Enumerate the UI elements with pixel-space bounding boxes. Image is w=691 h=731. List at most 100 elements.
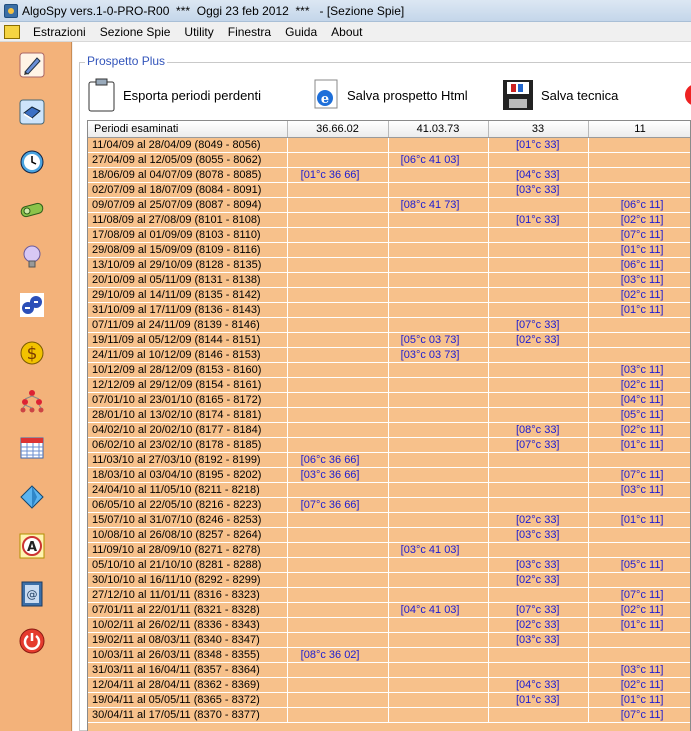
stop-button[interactable] bbox=[683, 78, 691, 112]
table-row[interactable]: 05/10/10 al 21/10/10 (8281 - 8288) [03°c … bbox=[88, 557, 690, 573]
value-cell bbox=[388, 467, 489, 483]
table-row[interactable]: 11/08/09 al 27/08/09 (8101 - 8108) [01°c … bbox=[88, 212, 690, 228]
period-cell: 07/01/10 al 23/01/10 (8165 - 8172) bbox=[88, 392, 288, 408]
table-row[interactable]: 10/08/10 al 26/08/10 (8257 - 8264) [03°c … bbox=[88, 527, 690, 543]
menu-guida[interactable]: Guida bbox=[278, 25, 324, 39]
pencil-icon[interactable] bbox=[19, 52, 45, 78]
value-cell bbox=[287, 347, 389, 363]
period-cell: 31/10/09 al 17/11/09 (8136 - 8143) bbox=[88, 302, 288, 318]
menu-finestra[interactable]: Finestra bbox=[221, 25, 278, 39]
table-row[interactable]: 31/10/09 al 17/11/09 (8136 - 8143) [01°c … bbox=[88, 302, 690, 318]
column-header-33[interactable]: 33 bbox=[488, 121, 589, 138]
value-cell: [01°c 11] bbox=[588, 692, 690, 708]
value-cell: [03°c 03 73] bbox=[388, 347, 489, 363]
app-icon[interactable] bbox=[4, 3, 18, 18]
power-icon[interactable] bbox=[19, 628, 45, 654]
table-row[interactable]: 07/01/11 al 22/01/11 (8321 - 8328) [04°c … bbox=[88, 602, 690, 618]
column-header-11[interactable]: 11 bbox=[588, 121, 690, 138]
table-row[interactable]: 11/04/09 al 28/04/09 (8049 - 8056) [01°c … bbox=[88, 137, 690, 153]
table-row[interactable]: 15/07/10 al 31/07/10 (8246 - 8253) [02°c … bbox=[88, 512, 690, 528]
table-row[interactable]: 06/02/10 al 23/02/10 (8178 - 8185) [07°c … bbox=[88, 437, 690, 453]
table-row[interactable]: 10/02/11 al 26/02/11 (8336 - 8343) [02°c … bbox=[88, 617, 690, 633]
lottery-balls-icon[interactable] bbox=[19, 292, 45, 318]
lightbulb-icon[interactable] bbox=[19, 244, 45, 270]
period-cell: 29/08/09 al 15/09/09 (8109 - 8116) bbox=[88, 242, 288, 258]
value-cell: [03°c 33] bbox=[488, 182, 589, 198]
value-cell bbox=[287, 392, 389, 408]
document-menu-icon[interactable] bbox=[4, 24, 20, 39]
menu-estrazioni[interactable]: Estrazioni bbox=[26, 25, 93, 39]
save-html-button[interactable]: e Salva prospetto Html bbox=[311, 78, 468, 112]
table-row[interactable]: 31/03/11 al 16/04/11 (8357 - 8364) [03°c … bbox=[88, 662, 690, 678]
table-row[interactable]: 11/09/10 al 28/09/10 (8271 - 8278) [03°c … bbox=[88, 542, 690, 558]
table-row[interactable]: 30/04/11 al 17/05/11 (8370 - 8377) [07°c … bbox=[88, 707, 690, 723]
value-cell bbox=[388, 377, 489, 393]
value-cell bbox=[388, 257, 489, 273]
table-row[interactable]: 10/03/11 al 26/03/11 (8348 - 8355) [08°c … bbox=[88, 647, 690, 663]
menu-about[interactable]: About bbox=[324, 25, 369, 39]
column-header-periods[interactable]: Periodi esaminati bbox=[88, 121, 288, 138]
table-row[interactable]: 27/04/09 al 12/05/09 (8055 - 8062) [06°c … bbox=[88, 152, 690, 168]
value-cell bbox=[388, 212, 489, 228]
book-icon[interactable] bbox=[19, 99, 45, 125]
period-cell: 10/12/09 al 28/12/09 (8153 - 8160) bbox=[88, 362, 288, 378]
value-cell: [04°c 11] bbox=[588, 392, 690, 408]
table-row[interactable]: 19/04/11 al 05/05/11 (8365 - 8372) [01°c … bbox=[88, 692, 690, 708]
clock-icon[interactable] bbox=[19, 149, 45, 175]
table-row[interactable]: 19/11/09 al 05/12/09 (8144 - 8151) [05°c … bbox=[88, 332, 690, 348]
address-book-icon[interactable]: @ bbox=[19, 581, 45, 607]
table-row[interactable]: 10/12/09 al 28/12/09 (8153 - 8160) [03°c … bbox=[88, 362, 690, 378]
value-cell: [03°c 33] bbox=[488, 632, 589, 648]
table-row[interactable]: 09/07/09 al 25/07/09 (8087 - 8094) [08°c … bbox=[88, 197, 690, 213]
table-row[interactable]: 18/03/10 al 03/04/10 (8195 - 8202) [03°c … bbox=[88, 467, 690, 483]
table-row[interactable]: 07/11/09 al 24/11/09 (8139 - 8146) [07°c … bbox=[88, 317, 690, 333]
value-cell bbox=[588, 497, 690, 513]
menu-utility[interactable]: Utility bbox=[177, 25, 220, 39]
table-row[interactable]: 29/10/09 al 14/11/09 (8135 - 8142) [02°c … bbox=[88, 287, 690, 303]
table-row[interactable]: 12/04/11 al 28/04/11 (8362 - 8369) [04°c … bbox=[88, 677, 690, 693]
money-roll-icon[interactable] bbox=[19, 197, 45, 223]
table-row[interactable]: 02/07/09 al 18/07/09 (8084 - 8091) [03°c … bbox=[88, 182, 690, 198]
table-row[interactable]: 07/01/10 al 23/01/10 (8165 - 8172) [04°c … bbox=[88, 392, 690, 408]
table-row[interactable]: 20/10/09 al 05/11/09 (8131 - 8138) [03°c … bbox=[88, 272, 690, 288]
value-cell bbox=[287, 617, 389, 633]
table-row[interactable]: 12/12/09 al 29/12/09 (8154 - 8161) [02°c … bbox=[88, 377, 690, 393]
table-row[interactable]: 18/06/09 al 04/07/09 (8078 - 8085) [01°c … bbox=[88, 167, 690, 183]
table-row[interactable]: 24/11/09 al 10/12/09 (8146 - 8153) [03°c … bbox=[88, 347, 690, 363]
table-row[interactable]: 19/02/11 al 08/03/11 (8340 - 8347) [03°c … bbox=[88, 632, 690, 648]
value-cell bbox=[388, 692, 489, 708]
value-cell: [04°c 33] bbox=[488, 167, 589, 183]
dollar-icon[interactable]: $ bbox=[19, 340, 45, 366]
period-cell: 06/02/10 al 23/02/10 (8178 - 8185) bbox=[88, 437, 288, 453]
export-losing-periods-button[interactable]: Esporta periodi perdenti bbox=[87, 78, 261, 112]
table-row[interactable]: 29/08/09 al 15/09/09 (8109 - 8116) [01°c … bbox=[88, 242, 690, 258]
value-cell bbox=[488, 257, 589, 273]
save-technique-button[interactable]: Salva tecnica bbox=[501, 78, 618, 112]
table-row[interactable]: 13/10/09 al 29/10/09 (8128 - 8135) [06°c … bbox=[88, 257, 690, 273]
menu-sezione-spie[interactable]: Sezione Spie bbox=[93, 25, 178, 39]
letter-a-icon[interactable]: A bbox=[19, 533, 45, 559]
table-row[interactable]: 28/01/10 al 13/02/10 (8174 - 8181) [05°c … bbox=[88, 407, 690, 423]
value-cell bbox=[488, 647, 589, 663]
diamond-icon[interactable] bbox=[19, 484, 45, 510]
table-row[interactable]: 24/04/10 al 11/05/10 (8211 - 8218) [03°c … bbox=[88, 482, 690, 498]
column-header-36-66-02[interactable]: 36.66.02 bbox=[287, 121, 389, 138]
table-row[interactable]: 04/02/10 al 20/02/10 (8177 - 8184) [08°c … bbox=[88, 422, 690, 438]
value-cell bbox=[287, 272, 389, 288]
value-cell bbox=[388, 302, 489, 318]
value-cell bbox=[488, 482, 589, 498]
value-cell: [08°c 41 73] bbox=[388, 197, 489, 213]
results-grid[interactable]: Periodi esaminati 36.66.02 41.03.73 33 1… bbox=[87, 120, 691, 731]
column-header-41-03-73[interactable]: 41.03.73 bbox=[388, 121, 489, 138]
table-row[interactable]: 27/12/10 al 11/01/11 (8316 - 8323) [07°c … bbox=[88, 587, 690, 603]
hierarchy-icon[interactable] bbox=[19, 388, 45, 414]
value-cell: [07°c 11] bbox=[588, 227, 690, 243]
table-row[interactable]: 17/08/09 al 01/09/09 (8103 - 8110) [07°c … bbox=[88, 227, 690, 243]
value-cell bbox=[388, 647, 489, 663]
table-row[interactable]: 30/10/10 al 16/11/10 (8292 - 8299) [02°c … bbox=[88, 572, 690, 588]
table-row[interactable]: 06/05/10 al 22/05/10 (8216 - 8223) [07°c … bbox=[88, 497, 690, 513]
period-cell: 18/06/09 al 04/07/09 (8078 - 8085) bbox=[88, 167, 288, 183]
table-row[interactable]: 11/03/10 al 27/03/10 (8192 - 8199) [06°c … bbox=[88, 452, 690, 468]
value-cell bbox=[388, 497, 489, 513]
calendar-icon[interactable] bbox=[19, 435, 45, 461]
